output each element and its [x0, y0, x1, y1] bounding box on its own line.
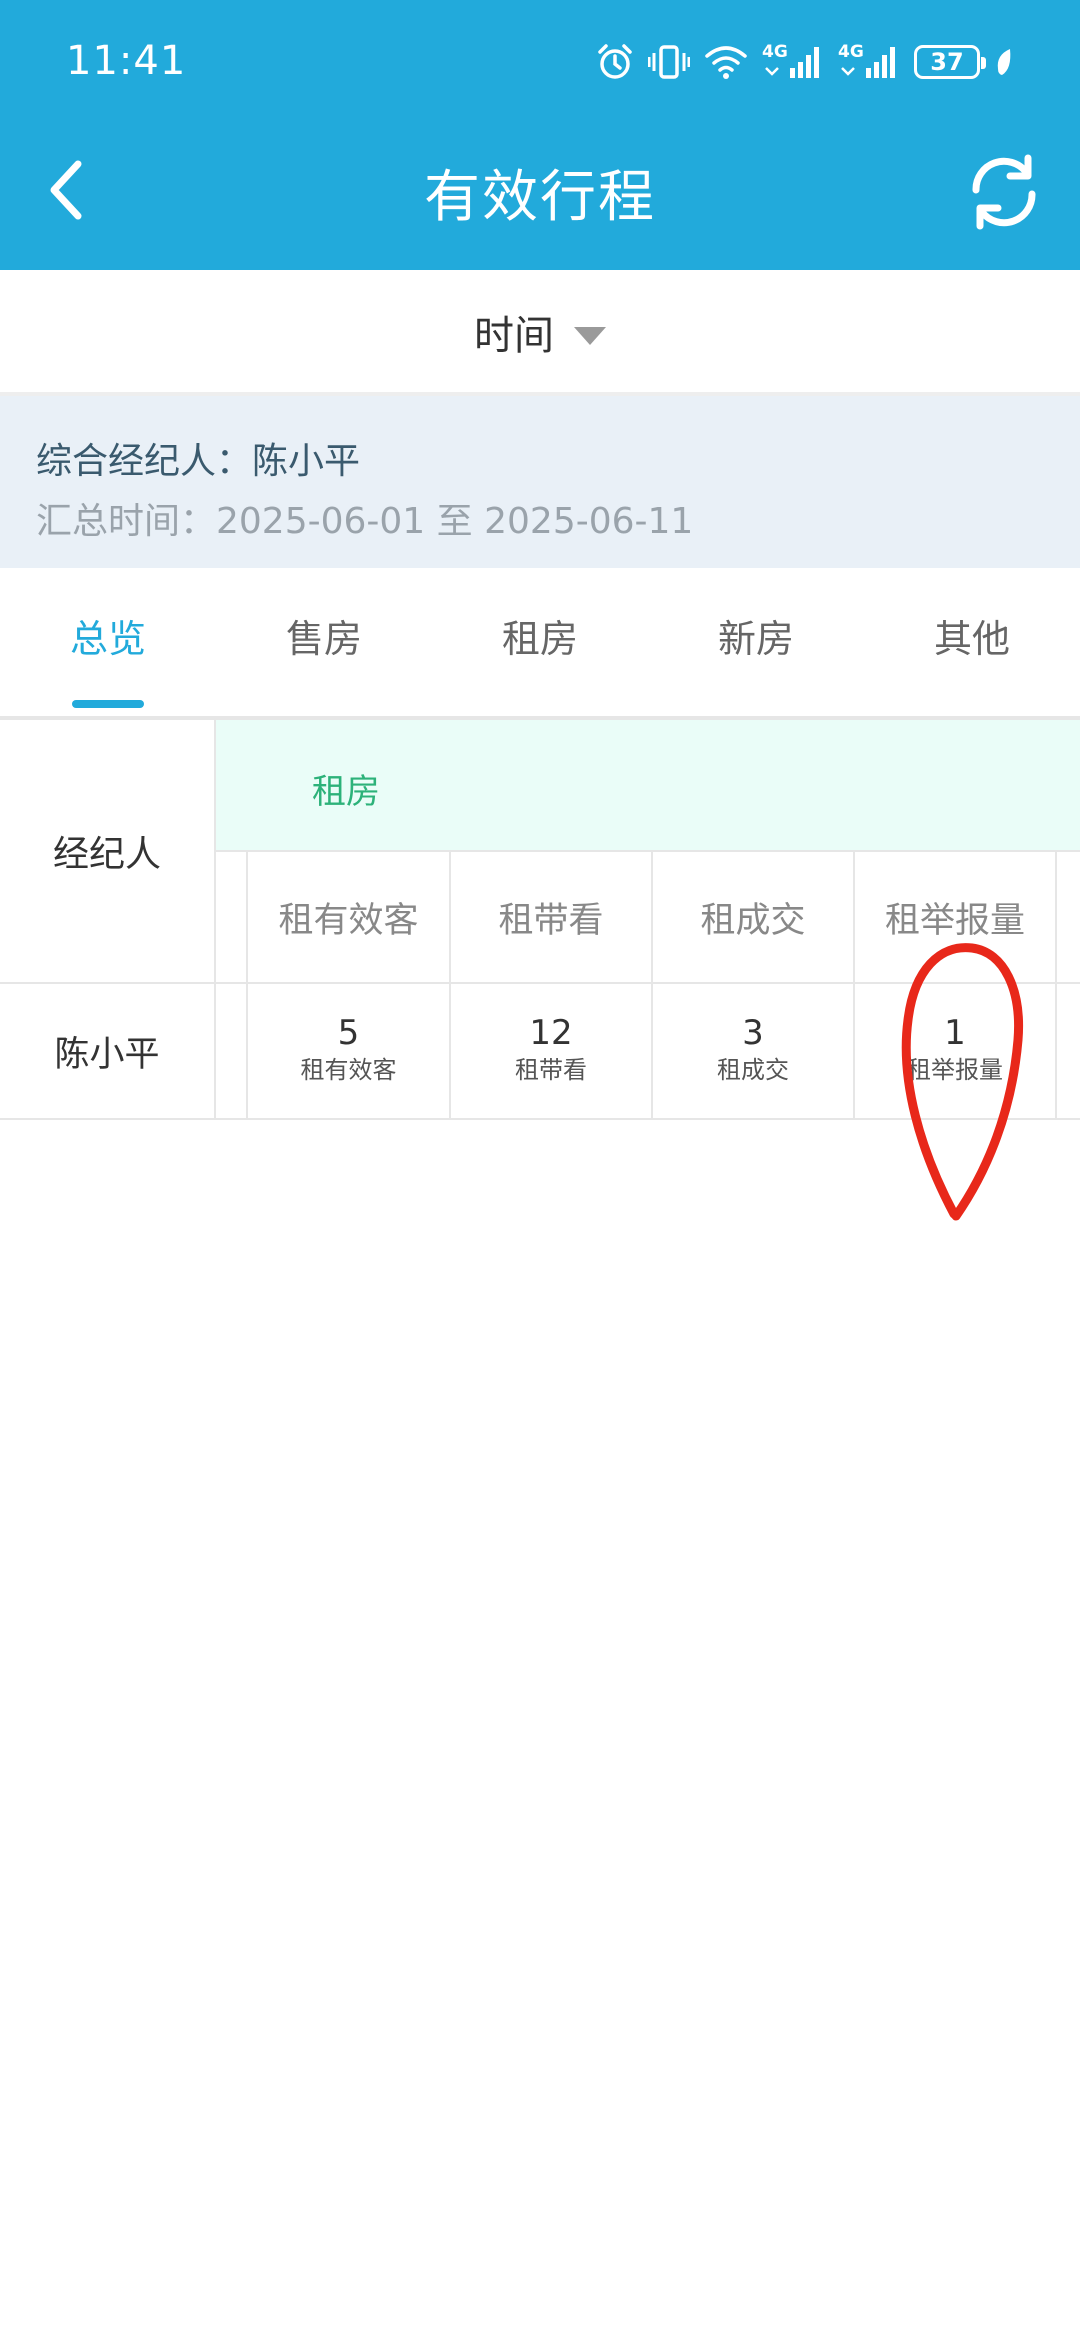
column-header-valid-clients: 租有效客: [278, 900, 419, 941]
refresh-button[interactable]: [962, 150, 1046, 234]
alarm-icon: [598, 44, 632, 79]
summary-period: 汇总时间：2025-06-01 至 2025-06-11: [36, 501, 694, 542]
table-row-agent: 陈小平: [54, 1034, 160, 1075]
tab-sale[interactable]: 售房: [216, 608, 432, 663]
category-tabs: 总览 售房 租房 新房 其他: [0, 568, 1080, 716]
tab-active-indicator: [72, 700, 144, 708]
cell-value: 5: [337, 1013, 360, 1053]
column-header-agent: 经纪人: [52, 834, 161, 875]
column-header-deals: 租成交: [700, 900, 806, 941]
leaf-icon: [997, 49, 1011, 75]
cell-label: 租成交: [717, 1056, 789, 1084]
time-filter-label: 时间: [474, 313, 554, 359]
status-icons: 4G 4G 37: [596, 40, 1014, 84]
table-cell[interactable]: 3 租成交: [653, 984, 853, 1118]
cellular-signal-icon: 4G: [762, 42, 824, 80]
cell-label: 租带看: [515, 1056, 587, 1084]
summary-panel: 综合经纪人：陈小平 汇总时间：2025-06-01 至 2025-06-11: [0, 396, 1080, 568]
tab-other[interactable]: 其他: [864, 608, 1080, 663]
status-time: 11:41: [66, 38, 187, 84]
cell-label: 租有效客: [300, 1056, 397, 1084]
cell-value: 3: [742, 1013, 764, 1053]
battery-icon: 37: [914, 45, 986, 79]
table-cell[interactable]: 12 租带看: [451, 984, 651, 1118]
group-header-label: 租房: [312, 772, 380, 812]
app-header: 11:41 4G 4G 37 有效行程: [0, 0, 1080, 270]
battery-level: 37: [930, 48, 964, 76]
cellular-signal-icon: 4G: [838, 42, 900, 80]
group-header-rent: 租房: [216, 720, 1080, 850]
tab-new-house[interactable]: 新房: [648, 608, 864, 663]
wifi-icon: [705, 46, 747, 79]
caret-down-icon: [574, 327, 606, 345]
column-header-viewings: 租带看: [498, 900, 604, 941]
tab-overview[interactable]: 总览: [0, 608, 216, 663]
time-filter-dropdown[interactable]: 时间: [0, 270, 1080, 394]
tab-rent[interactable]: 租房: [432, 608, 648, 663]
vibrate-icon: [648, 45, 690, 79]
summary-agent: 综合经纪人：陈小平: [36, 441, 361, 482]
annotation-circle: [901, 943, 1024, 1221]
page-title: 有效行程: [424, 165, 656, 230]
cell-value: 12: [529, 1013, 573, 1053]
table-cell[interactable]: 5 租有效客: [248, 984, 449, 1118]
refresh-icon: [972, 154, 1036, 230]
